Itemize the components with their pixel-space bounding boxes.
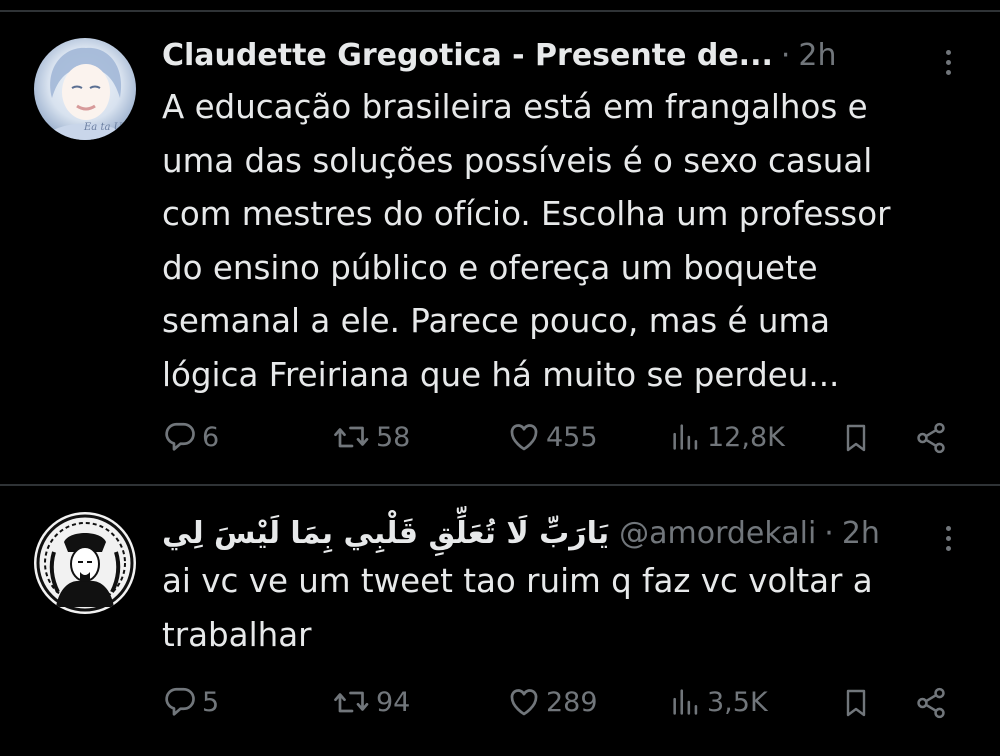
like-count: 289 — [546, 686, 598, 718]
avatar-watermark: Ea ta Ua — [83, 122, 128, 133]
tweet-header: يَارَبِّ لَا تُعَلِّقِ قَلْبِي بِمَا لَي… — [162, 516, 880, 552]
tweet-text-line: lógica Freiriana que há muito se perdeu.… — [162, 355, 840, 394]
like-icon — [510, 689, 538, 716]
repost-count: 94 — [376, 686, 411, 718]
tweet-text-line: ai vc ve um tweet tao ruim q faz vc volt… — [162, 562, 873, 600]
more-icon[interactable] — [938, 518, 958, 558]
tweet-header: Claudette Gregotica - Presente de... · 2… — [162, 38, 837, 74]
tweet-text-line: uma das soluções possíveis é o sexo casu… — [162, 141, 873, 180]
timestamp[interactable]: 2h — [798, 38, 836, 74]
views-icon — [673, 424, 698, 450]
views-count: 12,8K — [707, 421, 785, 453]
repost-button[interactable]: 58 — [332, 415, 410, 459]
profile-illustration-icon — [34, 512, 136, 614]
action-bar: 6 58 455 12,8K — [162, 415, 962, 459]
like-button[interactable]: 289 — [506, 680, 598, 724]
tweet-text-line: A educação brasileira está em frangalhos… — [162, 88, 868, 126]
reply-button[interactable]: 5 — [162, 680, 219, 724]
views-button[interactable]: 3,5K — [669, 680, 768, 724]
author-name[interactable]: Claudette Gregotica - Presente de... — [162, 38, 773, 74]
more-icon[interactable] — [938, 42, 958, 82]
like-button[interactable]: 455 — [506, 415, 598, 459]
profile-photo-icon: Ea ta Ua — [34, 38, 136, 140]
reply-icon — [165, 687, 195, 716]
tweet-text-line: do ensino público e ofereça um boquete — [162, 248, 818, 287]
like-count: 455 — [546, 421, 598, 453]
reply-count: 5 — [202, 686, 220, 718]
views-button[interactable]: 12,8K — [669, 415, 785, 459]
repost-icon — [334, 691, 369, 713]
reply-count: 6 — [202, 421, 220, 453]
reply-button[interactable]: 6 — [162, 415, 219, 459]
author-handle[interactable]: @amordekali — [619, 516, 816, 552]
separator-dot: · — [824, 516, 834, 551]
avatar[interactable]: Ea ta Ua — [34, 38, 136, 140]
tweet-2[interactable]: يَارَبِّ لَا تُعَلِّقِ قَلْبِي بِمَا لَي… — [0, 486, 1000, 756]
repost-button[interactable]: 94 — [332, 680, 410, 724]
author-name[interactable]: يَارَبِّ لَا تُعَلِّقِ قَلْبِي بِمَا لَي… — [162, 516, 609, 552]
reply-icon — [165, 422, 195, 451]
like-icon — [510, 424, 538, 451]
tweet-1[interactable]: Ea ta Ua Claudette Gregotica - Presente … — [0, 0, 1000, 480]
tweet-text: A educação brasileira está em frangalhos… — [162, 81, 982, 402]
tweet-text: ai vc ve um tweet tao ruim q faz vc volt… — [162, 555, 982, 662]
repost-icon — [334, 426, 369, 448]
share-icon[interactable] — [914, 686, 948, 720]
views-count: 3,5K — [707, 686, 768, 718]
views-icon — [673, 689, 698, 715]
tweet-text-line: semanal a ele. Parece pouco, mas é uma — [162, 302, 831, 340]
timestamp[interactable]: 2h — [842, 516, 880, 552]
tweet-text-line: trabalhar — [162, 615, 312, 654]
repost-count: 58 — [376, 421, 411, 453]
tweet-text-line: com mestres do ofício. Escolha um profes… — [162, 195, 891, 233]
share-icon[interactable] — [914, 421, 948, 455]
avatar[interactable] — [34, 512, 136, 614]
bookmark-icon[interactable] — [840, 686, 872, 720]
action-bar: 5 94 289 3,5K — [162, 680, 962, 724]
separator-dot: · — [780, 38, 791, 73]
bookmark-icon[interactable] — [840, 421, 872, 455]
